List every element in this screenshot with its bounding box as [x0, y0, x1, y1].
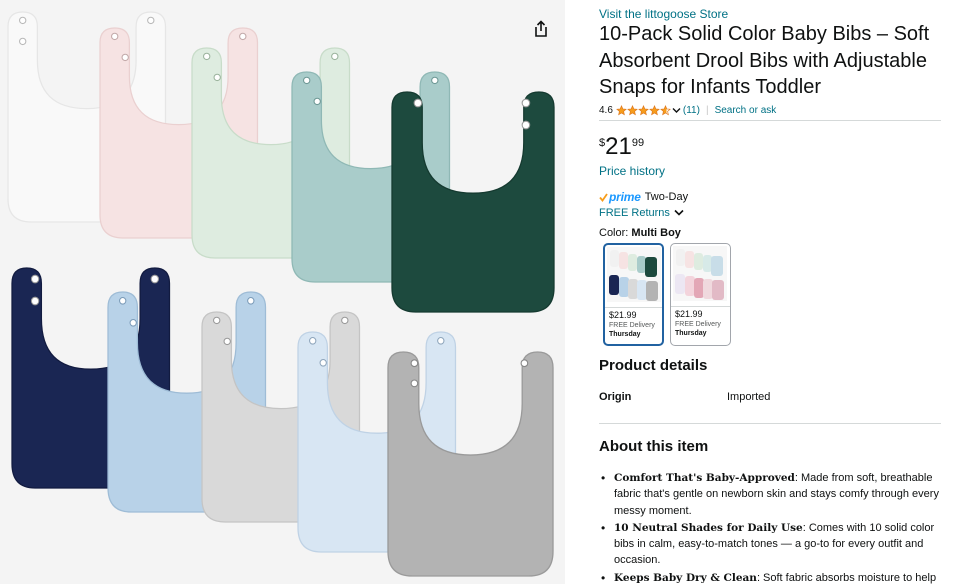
bullet-title: Comfort That's Baby-Approved — [614, 472, 795, 484]
separator: | — [705, 104, 709, 116]
list-item: 10 Neutral Shades for Daily Use: Comes w… — [601, 520, 939, 569]
swatch-delivery-day: Thursday — [609, 331, 641, 338]
prime-logo: prime — [609, 190, 641, 204]
chevron-down-icon[interactable] — [672, 107, 681, 114]
ratings-count-link[interactable]: (11) — [683, 105, 700, 116]
star-rating[interactable] — [615, 104, 671, 116]
search-or-ask-link[interactable]: Search or ask — [715, 105, 777, 116]
swatch-price: $21.99 — [675, 309, 703, 319]
price-history-link[interactable]: Price history — [599, 164, 665, 178]
star-icon — [637, 104, 649, 115]
price-whole: 21 — [605, 133, 632, 160]
color-swatch-multi-boy[interactable]: $21.99 FREE Delivery Thursday — [603, 243, 664, 346]
origin-label: Origin — [599, 391, 632, 403]
free-returns[interactable]: FREE Returns — [599, 207, 684, 219]
prime-check-icon — [599, 192, 608, 202]
bullet-title: 10 Neutral Shades for Daily Use — [614, 521, 803, 534]
divider — [605, 307, 662, 308]
product-details-heading: Product details — [599, 357, 708, 374]
bib-group — [7, 11, 555, 577]
product-info-panel: Visit the littogoose Store 10-Pack Solid… — [599, 0, 944, 584]
swatch-delivery-day: Thursday — [675, 330, 707, 337]
swatch-delivery: FREE Delivery — [675, 321, 721, 328]
rating-value: 4.6 — [599, 104, 613, 116]
star-icon — [659, 104, 671, 115]
swatch-delivery: FREE Delivery — [609, 322, 655, 329]
free-returns-link[interactable]: FREE Returns — [599, 207, 670, 219]
share-button[interactable] — [528, 16, 554, 42]
star-icon — [615, 104, 627, 115]
swatch-price: $21.99 — [609, 310, 637, 320]
prime-delivery-text: Two-Day — [644, 191, 689, 203]
divider — [599, 423, 941, 424]
bullet-title: Keeps Baby Dry & Clean — [614, 571, 757, 584]
product-title: 10-Pack Solid Color Baby Bibs – Soft Abs… — [599, 23, 930, 98]
swatch-thumbnail — [673, 246, 727, 301]
bibs-product-photo — [7, 11, 555, 577]
prime-delivery: prime Two-Day — [599, 190, 688, 204]
rating-row: 4.6 (11) | Search or ask — [599, 103, 776, 117]
star-icon — [648, 104, 660, 115]
color-label: Color: — [599, 227, 632, 239]
product-image[interactable] — [0, 0, 565, 584]
bullet-text: : Soft fabric absorbs moisture to help — [756, 571, 937, 584]
about-heading: About this item — [599, 438, 709, 455]
price-fraction: 99 — [631, 137, 645, 149]
chevron-down-icon[interactable] — [674, 207, 684, 219]
share-icon — [535, 20, 547, 37]
color-value: Multi Boy — [631, 227, 681, 239]
color-selector-label: Color: Multi Boy — [599, 227, 681, 239]
swatch-thumbnail — [607, 247, 661, 302]
divider — [599, 120, 941, 121]
list-item: Keeps Baby Dry & Clean: Soft fabric abso… — [601, 570, 939, 584]
about-bullets: Comfort That's Baby-Approved: Made from … — [601, 470, 939, 584]
price: $ 21 99 — [599, 134, 644, 160]
divider — [671, 306, 730, 307]
list-item: Comfort That's Baby-Approved: Made from … — [601, 470, 939, 519]
origin-value: Imported — [727, 391, 771, 403]
star-icon — [626, 104, 638, 115]
store-link[interactable]: Visit the littogoose Store — [599, 7, 728, 21]
color-swatch-multi-girl[interactable]: $21.99 FREE Delivery Thursday — [670, 243, 731, 346]
